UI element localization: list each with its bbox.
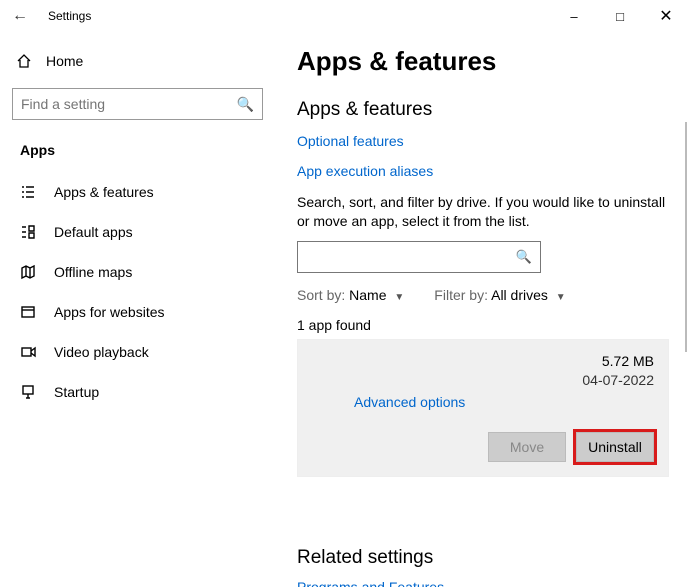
nav-label: Apps for websites	[54, 304, 165, 320]
minimize-button[interactable]: –	[551, 0, 597, 32]
sort-by-dropdown[interactable]: Sort by: Name ▼	[297, 287, 404, 303]
programs-and-features-link[interactable]: Programs and Features	[297, 579, 669, 587]
sidebar-search-input[interactable]	[21, 96, 237, 112]
chevron-down-icon: ▼	[552, 292, 566, 303]
related-settings-heading: Related settings	[297, 547, 669, 569]
defaults-icon	[20, 224, 36, 240]
description-text: Search, sort, and filter by drive. If yo…	[297, 193, 669, 231]
uninstall-button[interactable]: Uninstall	[576, 432, 654, 462]
sort-label: Sort by:	[297, 287, 345, 303]
search-icon: 🔍	[516, 249, 532, 265]
button-row: Move Uninstall	[312, 432, 654, 462]
startup-icon	[20, 384, 36, 400]
window-title: Settings	[40, 9, 91, 23]
sidebar-item-home[interactable]: Home	[8, 42, 267, 80]
list-icon	[20, 184, 36, 200]
sidebar-item-apps-websites[interactable]: Apps for websites	[8, 292, 267, 332]
page-title: Apps & features	[297, 46, 669, 77]
apps-found-label: 1 app found	[297, 317, 669, 333]
sidebar-item-startup[interactable]: Startup	[8, 372, 267, 412]
nav-label: Startup	[54, 384, 99, 400]
app-date: 04-07-2022	[582, 371, 654, 390]
sidebar-item-offline-maps[interactable]: Offline maps	[8, 252, 267, 292]
nav-label: Default apps	[54, 224, 133, 240]
search-icon: 🔍	[237, 96, 254, 113]
filter-row: Sort by: Name ▼ Filter by: All drives ▼	[297, 287, 669, 303]
window-controls: – □ ✕	[551, 0, 689, 32]
content-pane: Apps & features Apps & features Optional…	[275, 32, 689, 587]
app-execution-aliases-link[interactable]: App execution aliases	[297, 163, 669, 179]
title-bar: ← Settings – □ ✕	[0, 0, 689, 32]
sidebar-item-default-apps[interactable]: Default apps	[8, 212, 267, 252]
move-button: Move	[488, 432, 566, 462]
back-button[interactable]: ←	[0, 7, 40, 25]
video-icon	[20, 344, 36, 360]
sidebar-item-video-playback[interactable]: Video playback	[8, 332, 267, 372]
sidebar-section-label: Apps	[8, 138, 267, 172]
home-icon	[16, 53, 32, 69]
map-icon	[20, 264, 36, 280]
sidebar-item-apps-features[interactable]: Apps & features	[8, 172, 267, 212]
filter-label: Filter by:	[434, 287, 488, 303]
chevron-down-icon: ▼	[390, 292, 404, 303]
sidebar-search[interactable]: 🔍	[12, 88, 263, 120]
nav-label: Apps & features	[54, 184, 154, 200]
close-button[interactable]: ✕	[643, 0, 689, 32]
filter-by-dropdown[interactable]: Filter by: All drives ▼	[434, 287, 565, 303]
maximize-button[interactable]: □	[597, 0, 643, 32]
home-label: Home	[46, 53, 83, 69]
section-heading: Apps & features	[297, 99, 669, 121]
app-search-input[interactable]	[306, 249, 516, 265]
app-search[interactable]: 🔍	[297, 241, 541, 273]
app-size: 5.72 MB	[582, 352, 654, 371]
scrollbar[interactable]	[685, 122, 687, 352]
sidebar: Home 🔍 Apps Apps & features Default apps…	[0, 32, 275, 587]
websites-icon	[20, 304, 36, 320]
app-meta: 5.72 MB 04-07-2022	[582, 352, 654, 390]
filter-value: All drives	[491, 287, 548, 303]
nav-label: Video playback	[54, 344, 149, 360]
optional-features-link[interactable]: Optional features	[297, 133, 669, 149]
nav-label: Offline maps	[54, 264, 132, 280]
app-card[interactable]: 5.72 MB 04-07-2022 Advanced options Move…	[297, 339, 669, 477]
advanced-options-link[interactable]: Advanced options	[312, 394, 654, 410]
sort-value: Name	[349, 287, 386, 303]
